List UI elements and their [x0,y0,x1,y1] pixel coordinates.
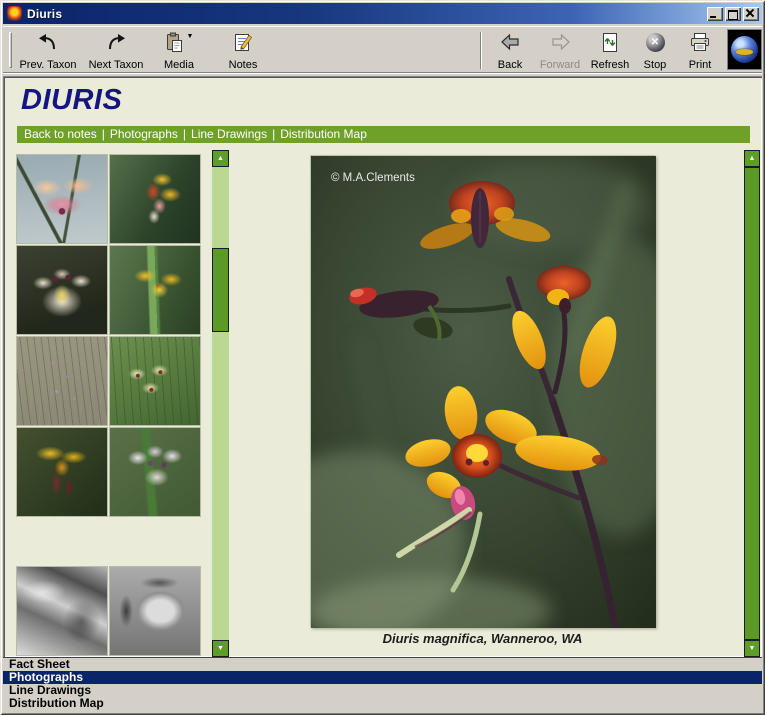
gallery-thumbnail-9[interactable] [17,567,107,655]
gallery-scrollbar-thumb[interactable] [212,248,229,332]
photo-caption: Diuris magnifica, Wanneroo, WA [310,631,655,646]
scroll-down-icon[interactable]: ▼ [212,640,229,657]
nav-separator: | [272,127,275,141]
forward-button[interactable]: Forward [535,31,585,71]
window-title: Diuris [27,7,62,21]
brand-globe-logo [727,29,762,70]
print-label: Print [689,59,712,71]
gallery-thumbnail-10[interactable] [110,567,200,655]
section-list: Fact Sheet Photographs Line Drawings Dis… [3,657,762,712]
media-clipboard-icon: ▼ [165,31,194,53]
stop-button[interactable]: ✕ Stop [634,31,676,71]
media-label: Media [164,59,194,71]
stop-label: Stop [644,59,667,71]
refresh-button[interactable]: Refresh [587,31,633,71]
page-scrollbar[interactable]: ▲ ▼ [744,150,760,657]
back-label: Back [498,59,522,71]
forward-arrow-icon [550,31,571,53]
nav-separator: | [102,127,105,141]
gallery-thumbnail-8[interactable] [110,428,200,516]
page-title: DIURIS [21,84,122,117]
stop-circle-icon: ✕ [646,33,665,52]
toolbar-separator [480,32,482,69]
prev-taxon-button[interactable]: Prev. Taxon [15,31,81,71]
next-taxon-label: Next Taxon [89,59,144,71]
redo-arrow-icon [105,31,127,53]
content-pane: DIURIS Back to notes | Photographs | Line Dr… [3,76,762,657]
toolbar-gripper[interactable] [9,32,12,68]
scroll-up-icon[interactable]: ▲ [212,150,229,167]
nav-bar: Back to notes | Photographs | Line Drawings |… [17,126,750,143]
undo-arrow-icon [37,31,59,53]
scroll-down-icon[interactable]: ▼ [744,640,760,657]
gallery-thumbnail-6[interactable] [110,337,200,425]
back-button[interactable]: Back [489,31,531,71]
notes-document-icon [232,31,254,53]
printer-icon [689,31,711,53]
gallery-scrollbar[interactable]: ▲ ▼ [212,150,229,657]
refresh-label: Refresh [591,59,630,71]
scroll-up-icon[interactable]: ▲ [744,150,760,167]
gallery-thumbnail-7[interactable] [17,428,107,516]
thumbnail-grid [17,155,200,655]
refresh-document-icon [601,31,619,53]
notes-button[interactable]: Notes [217,31,269,71]
section-item-distribution-map[interactable]: Distribution Map [3,697,762,710]
media-button[interactable]: ▼ Media [151,31,207,71]
page-scrollbar-thumb[interactable] [744,167,760,640]
gallery-thumbnail-4[interactable] [110,246,200,334]
media-dropdown-icon[interactable]: ▼ [187,33,194,40]
section-item-photographs[interactable]: Photographs [3,671,762,684]
gallery-thumbnail-3[interactable] [17,246,107,334]
main-photo-art: © M.A.Clements [311,156,656,628]
nav-link-distribution-map[interactable]: Distribution Map [280,127,367,141]
gallery-thumbnail-2[interactable] [110,155,200,243]
main-photo: © M.A.Clements [310,155,655,627]
titlebar: Diuris [3,3,762,24]
section-item-fact-sheet[interactable]: Fact Sheet [3,658,762,671]
gallery-thumbnail-1[interactable] [17,155,107,243]
photo-copyright: © M.A.Clements [331,172,415,184]
nav-separator: | [183,127,186,141]
gallery-thumbnail-5[interactable] [17,337,107,425]
application-window: Diuris Prev. Taxon Next Taxon ▼ [0,0,765,715]
minimize-button[interactable] [707,7,723,21]
print-button[interactable]: Print [679,31,721,71]
nav-link-photographs[interactable]: Photographs [110,127,178,141]
nav-link-back-to-notes[interactable]: Back to notes [24,127,97,141]
notes-label: Notes [229,59,258,71]
back-arrow-icon [500,31,521,53]
globe-icon [731,36,758,63]
close-button[interactable] [743,7,759,21]
app-orchid-icon[interactable] [7,6,22,21]
forward-label: Forward [540,59,580,71]
next-taxon-button[interactable]: Next Taxon [83,31,149,71]
maximize-button[interactable] [725,7,741,21]
section-item-line-drawings[interactable]: Line Drawings [3,684,762,697]
toolbar: Prev. Taxon Next Taxon ▼ Media Notes [3,26,762,73]
prev-taxon-label: Prev. Taxon [19,59,76,71]
nav-link-line-drawings[interactable]: Line Drawings [191,127,267,141]
